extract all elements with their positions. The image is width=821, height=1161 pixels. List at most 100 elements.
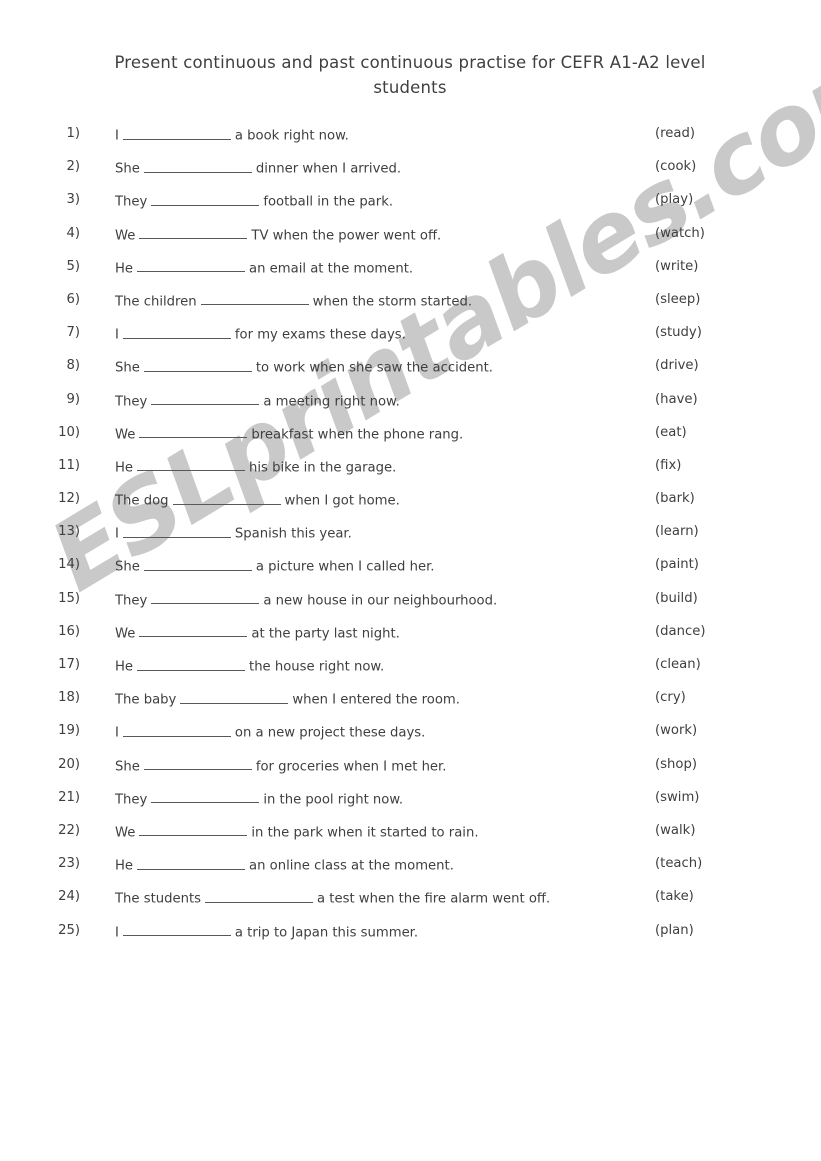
- page-title: Present continuous and past continuous p…: [80, 50, 740, 100]
- sentence-subject: She: [115, 360, 140, 376]
- verb-hint: (build): [655, 590, 698, 606]
- exercise-row: 9) They a meeting right now. (have): [0, 387, 821, 420]
- exercise-list: 1) Ia book right now. (read) 2) She dinner wh…: [0, 121, 821, 951]
- exercise-row: 13) I Spanish this year. (learn): [0, 519, 821, 552]
- answer-blank[interactable]: [143, 557, 252, 571]
- verb-hint: (shop): [655, 756, 697, 772]
- answer-blank[interactable]: [143, 159, 252, 173]
- sentence-remainder: at the party last night.: [251, 626, 400, 642]
- sentence-remainder: a test when the fire alarm went off.: [317, 891, 551, 907]
- answer-blank[interactable]: [151, 392, 260, 406]
- sentence-remainder: to work when she saw the accident.: [255, 360, 493, 376]
- sentence-subject: The baby: [115, 692, 177, 708]
- sentence-subject: The dog: [115, 493, 169, 509]
- answer-blank[interactable]: [143, 358, 252, 372]
- answer-blank[interactable]: [180, 690, 289, 704]
- answer-blank[interactable]: [139, 226, 248, 240]
- page-title-line-2: students: [373, 78, 447, 97]
- verb-hint: (plan): [655, 922, 694, 938]
- sentence-remainder: when I got home.: [284, 493, 400, 509]
- answer-blank[interactable]: [122, 126, 231, 140]
- answer-blank[interactable]: [151, 192, 260, 206]
- exercise-sentence: Ifor my exams these days.: [115, 325, 406, 343]
- exercise-row: 12) The dog when I got home. (bark): [0, 486, 821, 519]
- answer-blank[interactable]: [200, 292, 309, 306]
- answer-blank[interactable]: [139, 425, 248, 439]
- answer-blank[interactable]: [151, 591, 260, 605]
- sentence-subject: We: [115, 228, 136, 244]
- exercise-number: 6): [66, 291, 80, 307]
- answer-blank[interactable]: [137, 259, 246, 273]
- exercise-row: 10) We breakfast when the phone rang. (eat): [0, 420, 821, 453]
- exercise-sentence: She a picture when I called her.: [115, 557, 434, 575]
- exercise-row: 24) The students a test when the fire alar…: [0, 884, 821, 917]
- answer-blank[interactable]: [137, 458, 246, 472]
- exercise-row: 11) He his bike in the garage. (fix): [0, 453, 821, 486]
- verb-hint: (learn): [655, 524, 699, 540]
- exercise-sentence: Ia book right now.: [115, 126, 349, 144]
- exercise-row: 1) Ia book right now. (read): [0, 121, 821, 154]
- exercise-sentence: He his bike in the garage.: [115, 458, 396, 475]
- exercise-sentence: Ion a new project these days.: [115, 723, 425, 741]
- sentence-subject: They: [115, 394, 148, 410]
- exercise-number: 7): [66, 325, 80, 341]
- exercise-row: 8) She to work when she saw the accident. (…: [0, 353, 821, 386]
- verb-hint: (bark): [655, 491, 695, 507]
- answer-blank[interactable]: [205, 889, 314, 903]
- exercise-number: 8): [66, 358, 80, 374]
- sentence-subject: They: [115, 792, 148, 808]
- answer-blank[interactable]: [139, 624, 248, 638]
- sentence-subject: I: [115, 128, 119, 144]
- answer-blank[interactable]: [122, 325, 231, 339]
- exercise-number: 13): [58, 524, 80, 540]
- verb-hint: (swim): [655, 789, 700, 805]
- sentence-remainder: dinner when I arrived.: [255, 161, 402, 177]
- sentence-remainder: on a new project these days.: [234, 725, 426, 741]
- sentence-subject: We: [115, 626, 136, 642]
- sentence-subject: She: [115, 161, 140, 177]
- answer-blank[interactable]: [137, 856, 246, 870]
- exercise-number: 19): [58, 723, 80, 739]
- answer-blank[interactable]: [139, 823, 248, 837]
- exercise-sentence: He the house right now.: [115, 657, 384, 675]
- exercise-sentence: They a new house in our neighbourhood.: [115, 591, 497, 608]
- exercise-row: 2) She dinner when I arrived. (cook): [0, 154, 821, 187]
- exercise-number: 5): [66, 258, 80, 274]
- verb-hint: (study): [655, 325, 702, 341]
- exercise-sentence: She to work when she saw the accident.: [115, 358, 493, 376]
- verb-hint: (work): [655, 723, 698, 739]
- sentence-remainder: in the park when it started to rain.: [251, 825, 479, 841]
- verb-hint: (fix): [655, 457, 682, 473]
- exercise-row: 21) They in the pool right now. (swim): [0, 785, 821, 818]
- answer-blank[interactable]: [151, 790, 260, 804]
- answer-blank[interactable]: [122, 923, 231, 937]
- exercise-row: 3) They football in the park. (play): [0, 187, 821, 220]
- verb-hint: (walk): [655, 822, 696, 838]
- exercise-sentence: We at the party last night.: [115, 624, 400, 642]
- answer-blank[interactable]: [122, 524, 231, 538]
- answer-blank[interactable]: [122, 723, 231, 737]
- exercise-sentence: I Spanish this year.: [115, 524, 352, 542]
- sentence-remainder: TV when the power went off.: [251, 228, 442, 244]
- verb-hint: (watch): [655, 225, 705, 241]
- verb-hint: (eat): [655, 424, 687, 440]
- exercise-row: 5) He an email at the moment. (write): [0, 254, 821, 287]
- exercise-row: 14) She a picture when I called her. (paint…: [0, 552, 821, 585]
- verb-hint: (clean): [655, 657, 701, 672]
- verb-hint: (dance): [655, 623, 706, 639]
- answer-blank[interactable]: [172, 491, 281, 505]
- exercise-number: 4): [66, 225, 80, 241]
- exercise-row: 7) Ifor my exams these days. (study): [0, 320, 821, 353]
- exercise-sentence: She dinner when I arrived.: [115, 159, 401, 177]
- exercise-number: 23): [58, 856, 80, 872]
- answer-blank[interactable]: [143, 757, 252, 771]
- sentence-subject: I: [115, 526, 119, 542]
- verb-hint: (cry): [655, 690, 686, 706]
- exercise-sentence: The children when the storm started.: [115, 292, 472, 309]
- sentence-remainder: an email at the moment.: [249, 261, 414, 277]
- sentence-subject: They: [115, 194, 148, 210]
- sentence-remainder: an online class at the moment.: [249, 858, 454, 874]
- worksheet-page: ESLprintables.com Present continuous and…: [0, 0, 821, 1161]
- exercise-row: 4) We TV when the power went off. (watch): [0, 221, 821, 254]
- answer-blank[interactable]: [137, 657, 246, 671]
